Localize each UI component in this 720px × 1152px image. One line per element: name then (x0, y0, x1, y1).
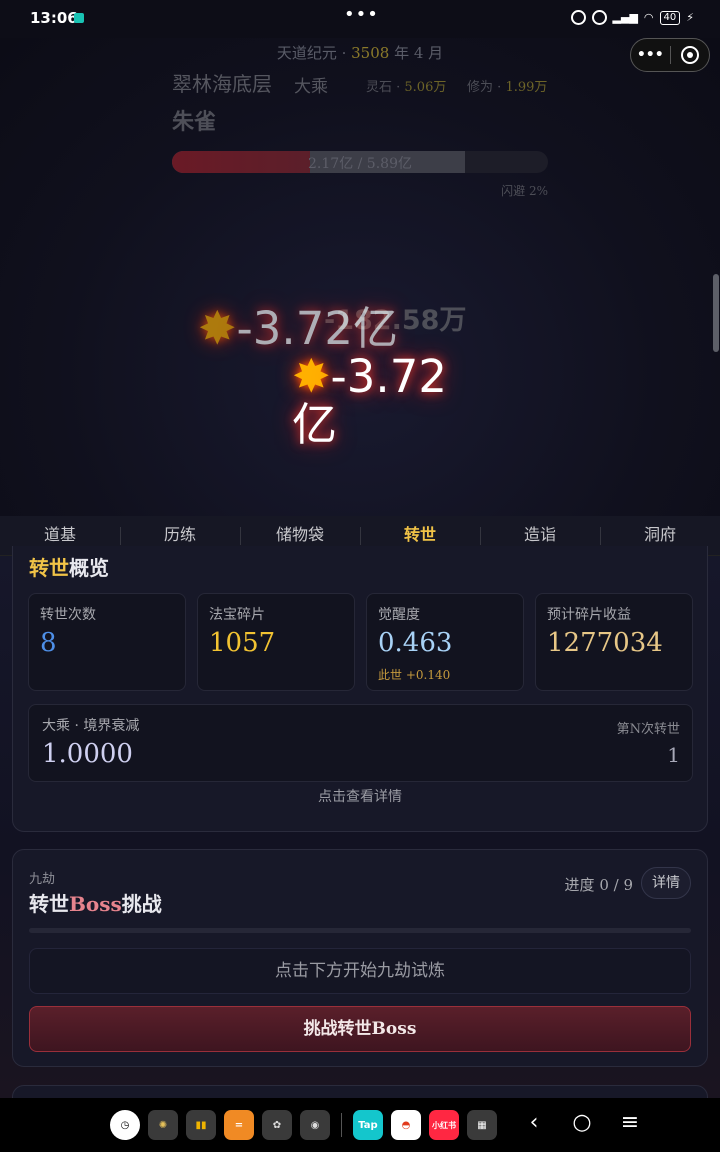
clock-app-icon[interactable]: ◷ (110, 1110, 140, 1140)
nth-reincarnation-label: 第N次转世 (616, 722, 680, 737)
reincarnation-page: 转世概览 转世次数 8 法宝碎片 1057 觉醒度 0.463 此世 +0.14… (0, 546, 720, 1125)
camera-app-icon[interactable]: ◉ (300, 1110, 330, 1140)
mute-icon (591, 10, 607, 25)
notification-app-icon (74, 13, 84, 23)
back-icon[interactable]: ‹ (522, 1110, 546, 1135)
stat-value: 1057 (209, 628, 276, 658)
resource-stats: 灵石 · 5.06万 修为 · 1.99万 (366, 76, 547, 95)
stat-sub: 此世 +0.140 (378, 668, 451, 682)
scan-app-icon[interactable]: ▦ (467, 1110, 497, 1140)
miniprogram-capsule: ••• (630, 38, 710, 72)
settings-app-icon[interactable]: ✿ (262, 1110, 292, 1140)
scrollbar[interactable] (713, 274, 719, 352)
taptap-app-icon[interactable]: Tap (353, 1110, 383, 1140)
stat-label: 预计碎片收益 (547, 607, 631, 623)
stat-label: 法宝碎片 (209, 607, 265, 623)
status-dots: ••• (344, 4, 379, 25)
spirit-stone-label: 灵石 · (366, 80, 405, 95)
enemy-name: 朱雀 (172, 109, 217, 135)
system-nav-bar: ◷ ✺ ▮▮ = ✿ ◉ Tap ◓ 小红书 ▦ ‹ ○ ≡ (0, 1098, 720, 1152)
spirit-stone-value: 5.06万 (404, 80, 447, 95)
boss-progress-bar (29, 928, 691, 933)
target-icon (680, 46, 699, 64)
nth-reincarnation-value: 1 (667, 743, 680, 767)
calendar-year: 3508 (351, 44, 390, 62)
boss-title-b: 挑战 (121, 892, 162, 916)
overview-card: 转世概览 转世次数 8 法宝碎片 1057 觉醒度 0.463 此世 +0.14… (12, 546, 708, 832)
signal-icon: ▂▄▆ (612, 11, 638, 24)
dodge-rate: 闪避 2% (501, 184, 548, 198)
battery-icon: 40 (659, 10, 681, 25)
damage-popup: ✸-3.72亿 (198, 304, 398, 353)
challenge-boss-button[interactable]: 挑战转世Boss (29, 1006, 691, 1052)
cultivation-value: 1.99万 (505, 80, 548, 95)
dock-divider (341, 1113, 342, 1137)
calendar-suffix: 年 4 月 (389, 44, 444, 62)
stat-expected-shards: 预计碎片收益 1277034 (535, 593, 693, 691)
wifi-icon: ◠ (643, 11, 654, 24)
home-icon[interactable]: ○ (570, 1110, 594, 1135)
hp-text: 2.17亿 / 5.89亿 (308, 156, 412, 172)
battle-panel: 天道纪元 · 3508 年 4 月 ••• 翠林海底层 大乘 灵石 · 5.06… (0, 38, 720, 516)
realm-decay-box: 大乘 · 境界衰减 1.0000 第N次转世 1 (28, 704, 693, 782)
explosion-icon: ✸ (198, 301, 237, 355)
damage-popup: ✸-3.72亿 (292, 352, 482, 449)
title-rest: 概览 (69, 556, 109, 580)
stat-treasure-shards: 法宝碎片 1057 (197, 593, 355, 691)
calendar: 天道纪元 · 3508 年 4 月 (0, 42, 720, 63)
boss-title-a: 转世 (29, 892, 69, 916)
more-icon[interactable]: ••• (631, 47, 670, 63)
music-app-icon[interactable]: ▮▮ (186, 1110, 216, 1140)
gallery-app-icon[interactable]: ✺ (148, 1110, 178, 1140)
app-dock: ◷ ✺ ▮▮ = ✿ ◉ Tap ◓ 小红书 ▦ (110, 1110, 497, 1140)
boss-title: 转世Boss挑战 (29, 888, 162, 917)
close-miniprogram-button[interactable] (671, 46, 710, 64)
boss-kicker: 九劫 (29, 872, 56, 887)
status-time: 13:06 (30, 9, 78, 27)
calendar-prefix: 天道纪元 · (276, 44, 352, 62)
boss-details-button[interactable]: 详情 (641, 867, 691, 899)
decay-value: 1.0000 (42, 739, 133, 769)
red-app-icon[interactable]: ◓ (391, 1110, 421, 1140)
stat-value: 0.463 (378, 628, 453, 658)
realm-name: 大乘 (294, 77, 328, 97)
menu-icon[interactable]: ≡ (618, 1110, 642, 1135)
nav-keys: ‹ ○ ≡ (522, 1110, 642, 1135)
stat-label: 觉醒度 (378, 607, 420, 623)
status-icons: ▂▄▆ ◠ 40 ⚡ (570, 10, 694, 25)
stat-reincarnation-count: 转世次数 8 (28, 593, 186, 691)
explosion-icon: ✸ (292, 349, 331, 403)
decay-label: 大乘 · 境界衰减 (42, 718, 140, 734)
boss-progress-text: 进度 0 / 9 (564, 876, 633, 894)
status-bar: 13:06 ••• ▂▄▆ ◠ 40 ⚡ (0, 0, 720, 38)
stat-label: 转世次数 (40, 607, 96, 623)
xiaohongshu-app-icon[interactable]: 小红书 (429, 1110, 459, 1140)
view-details-link[interactable]: 点击查看详情 (13, 786, 707, 806)
alarm-icon (570, 10, 586, 25)
location-name: 翠林海底层 (172, 72, 272, 96)
overview-title: 转世概览 (29, 552, 109, 581)
cultivation-label: 修为 · (467, 80, 506, 95)
calculator-app-icon[interactable]: = (224, 1110, 254, 1140)
stat-awakening: 觉醒度 0.463 此世 +0.140 (366, 593, 524, 691)
stat-value: 8 (40, 628, 57, 658)
title-highlight: 转世 (29, 556, 69, 580)
enemy-hp-bar: 2.17亿 / 5.89亿 (172, 151, 548, 173)
boss-hint: 点击下方开始九劫试炼 (29, 948, 691, 994)
charging-icon: ⚡ (686, 11, 694, 24)
boss-card: 九劫 转世Boss挑战 进度 0 / 9 详情 点击下方开始九劫试炼 挑战转世B… (12, 849, 708, 1067)
damage-value: -3.72亿 (236, 302, 398, 355)
boss-title-boss: Boss (69, 892, 122, 916)
stat-value: 1277034 (547, 628, 663, 658)
